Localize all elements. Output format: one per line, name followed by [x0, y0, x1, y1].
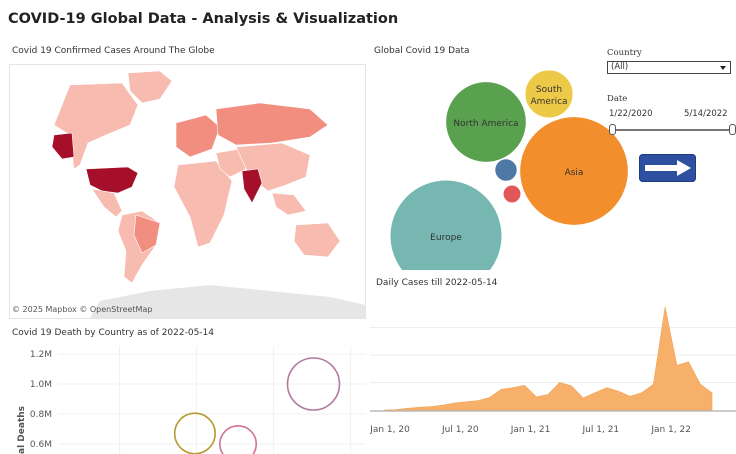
map-credit: © 2025 Mapbox © OpenStreetMap	[12, 305, 153, 314]
bubble-label: America	[530, 97, 567, 107]
death-scatter-chart[interactable]: 1.2M 1.0M 0.8M 0.6Mal Deaths	[0, 340, 366, 454]
death-bubble[interactable]	[173, 412, 216, 454]
daily-cases-title: Daily Cases till 2022-05-14	[376, 278, 498, 288]
dashboard-title: COVID-19 Global Data - Analysis & Visual…	[8, 11, 399, 27]
map-region-india	[241, 168, 263, 204]
x-tick-label: Jul 1, 20	[441, 425, 479, 435]
y-tick-label: 1.2M	[30, 350, 52, 360]
bubble-panel-title: Global Covid 19 Data	[374, 46, 470, 56]
map-region-russia	[215, 102, 329, 146]
x-tick-label: Jan 1, 20	[370, 425, 410, 435]
world-map[interactable]: © 2025 Mapbox © OpenStreetMap	[9, 64, 366, 319]
map-region-greenland	[127, 70, 173, 104]
country-select[interactable]: (All)	[607, 61, 731, 74]
map-region-australia	[293, 222, 341, 258]
date-start-value: 1/22/2020	[609, 109, 653, 119]
country-filter-label: Country	[607, 48, 642, 58]
map-region-alaska	[51, 132, 75, 160]
bubble-europe[interactable]	[389, 179, 503, 270]
date-filter-label: Date	[607, 94, 628, 104]
death-bubble[interactable]	[219, 425, 258, 454]
y-axis-label: al Deaths	[17, 406, 27, 454]
daily-cases-area[interactable]	[383, 306, 713, 411]
country-select-value: (All)	[611, 62, 629, 72]
map-region-africa	[173, 160, 233, 248]
daily-cases-chart[interactable]: Jan 1, 20 Jul 1, 20 Jan 1, 21 Jul 1, 21 Jan …	[370, 294, 736, 444]
world-map-canvas[interactable]	[10, 65, 365, 318]
bubble-unlabeled-4[interactable]	[494, 158, 518, 182]
date-slider-track[interactable]	[612, 129, 734, 131]
map-region-se-asia	[271, 192, 307, 216]
date-slider-end-handle[interactable]	[729, 124, 736, 135]
death-panel-title: Covid 19 Death by Country as of 2022-05-…	[12, 328, 214, 338]
next-button[interactable]	[639, 154, 696, 182]
bubble-label: North America	[453, 119, 518, 129]
bubble-label: Asia	[565, 168, 584, 178]
date-slider-start-handle[interactable]	[609, 124, 616, 135]
bubble-unlabeled-5[interactable]	[502, 184, 522, 204]
x-tick-label: Jul 1, 21	[582, 425, 620, 435]
bubble-label: South	[536, 85, 562, 95]
y-tick-label: 1.0M	[30, 380, 52, 390]
date-end-value: 5/14/2022	[684, 109, 728, 119]
x-tick-label: Jan 1, 22	[650, 425, 691, 435]
map-region-europe	[175, 114, 221, 158]
y-tick-label: 0.6M	[30, 440, 52, 450]
chevron-down-icon[interactable]	[720, 66, 726, 70]
map-panel-title: Covid 19 Confirmed Cases Around The Glob…	[12, 46, 215, 56]
y-tick-label: 0.8M	[30, 410, 52, 420]
bubble-chart[interactable]: North America South America Asia Europe	[380, 60, 630, 270]
arrow-right-icon	[645, 160, 691, 176]
bubble-label: Europe	[430, 233, 462, 243]
x-tick-label: Jan 1, 21	[510, 425, 551, 435]
